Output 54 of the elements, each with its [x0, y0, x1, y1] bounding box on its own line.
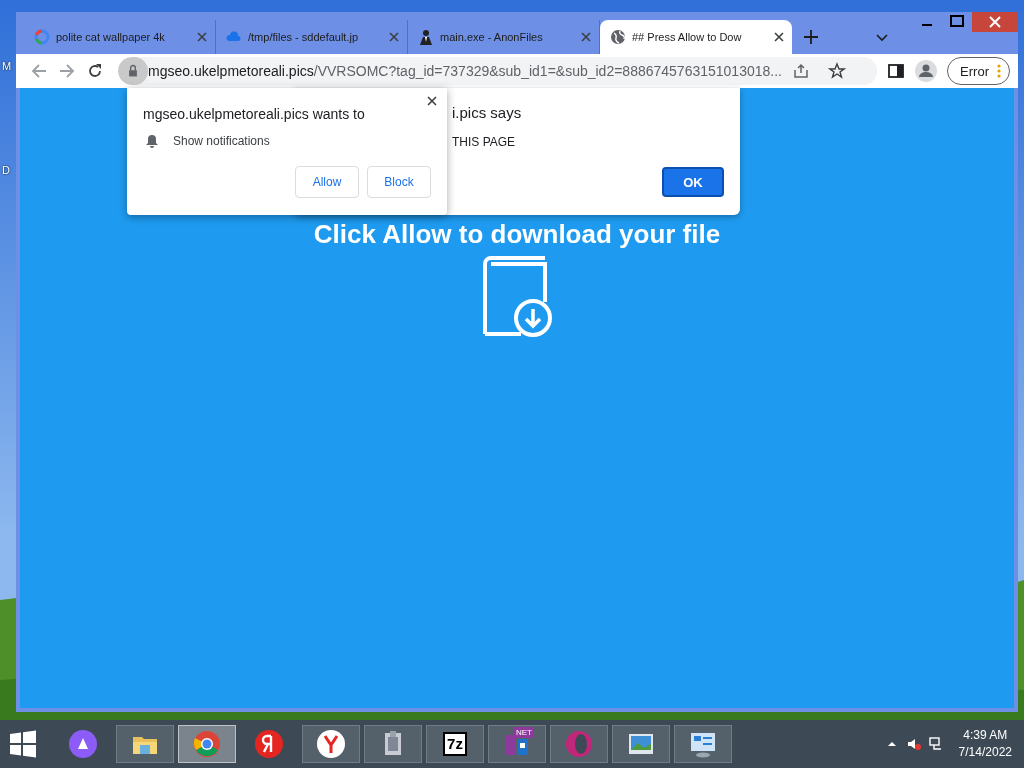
bell-icon [145, 134, 159, 148]
chrome-icon [192, 729, 222, 759]
person-icon [418, 29, 434, 45]
avatar-icon[interactable] [915, 60, 938, 82]
taskbar-button[interactable] [674, 725, 732, 763]
tab-title: polite cat wallpaper 4k [56, 31, 166, 43]
popup-title: mgseo.ukelpmetoreali.pics wants to [143, 106, 366, 122]
side-panel-icon[interactable] [887, 62, 906, 80]
globe-icon [610, 29, 626, 45]
desktop-icon-label[interactable]: D [2, 164, 10, 176]
net-label: NET [514, 727, 534, 738]
allow-button[interactable]: Allow [295, 166, 359, 198]
taskbar-button[interactable]: 7z [426, 725, 484, 763]
error-button[interactable]: Error [947, 57, 1010, 85]
block-button[interactable]: Block [367, 166, 431, 198]
network-icon[interactable] [928, 737, 943, 751]
taskbar-button[interactable]: NET [488, 725, 546, 763]
taskbar-button[interactable] [364, 725, 422, 763]
url-text[interactable]: mgseo.ukelpmetoreali.pics/VVRSOMC?tag_id=737329&sub_id1=&sub_id2=8886745763151013018... [148, 63, 782, 79]
forward-arrow-icon[interactable] [58, 62, 76, 80]
share-icon[interactable] [791, 62, 810, 80]
google-icon [34, 29, 50, 45]
clock-time[interactable]: 4:39 AM [963, 727, 1008, 744]
desktop-icon-label[interactable]: M [2, 60, 12, 72]
back-arrow-icon[interactable] [30, 62, 48, 80]
close-icon[interactable] [774, 32, 784, 42]
taskbar-button[interactable] [302, 725, 360, 763]
browser-tab[interactable]: ## Press Allow to Dow [600, 20, 792, 54]
reload-icon[interactable] [86, 62, 104, 80]
ring-icon [564, 729, 594, 759]
ya-letter-icon [254, 729, 284, 759]
windows-icon[interactable] [8, 729, 38, 759]
tab-title: main.exe - AnonFiles [440, 31, 544, 43]
star-icon[interactable] [827, 62, 846, 80]
plus-icon[interactable] [804, 30, 818, 44]
taskbar-button[interactable] [612, 725, 670, 763]
y-browser-icon [316, 729, 346, 759]
headline: Click Allow to download your file [313, 219, 721, 250]
clock-date[interactable]: 7/14/2022 [958, 744, 1012, 761]
lock-icon[interactable] [126, 64, 140, 78]
tab-title: /tmp/files - sddefault.jp [248, 31, 360, 43]
dialog-message: THIS PAGE [452, 135, 517, 149]
taskbar-button[interactable] [116, 725, 174, 763]
more-icon [997, 64, 1001, 78]
7z-logo: 7z [443, 732, 467, 756]
assistant-icon [68, 729, 98, 759]
permission-label: Show notifications [173, 134, 270, 148]
close-icon[interactable] [427, 96, 437, 106]
tab-title: ## Press Allow to Dow [632, 31, 743, 43]
chevron-down-icon[interactable] [876, 31, 888, 43]
address-bar[interactable]: mgseo.ukelpmetoreali.pics/VVRSOMC?tag_id=737329&sub_id1=&sub_id2=8886745763151013018... [118, 57, 878, 85]
speaker-muted-icon[interactable] [906, 737, 921, 751]
dialog-title: i.pics says [452, 104, 523, 121]
ok-button[interactable]: OK [662, 167, 724, 197]
